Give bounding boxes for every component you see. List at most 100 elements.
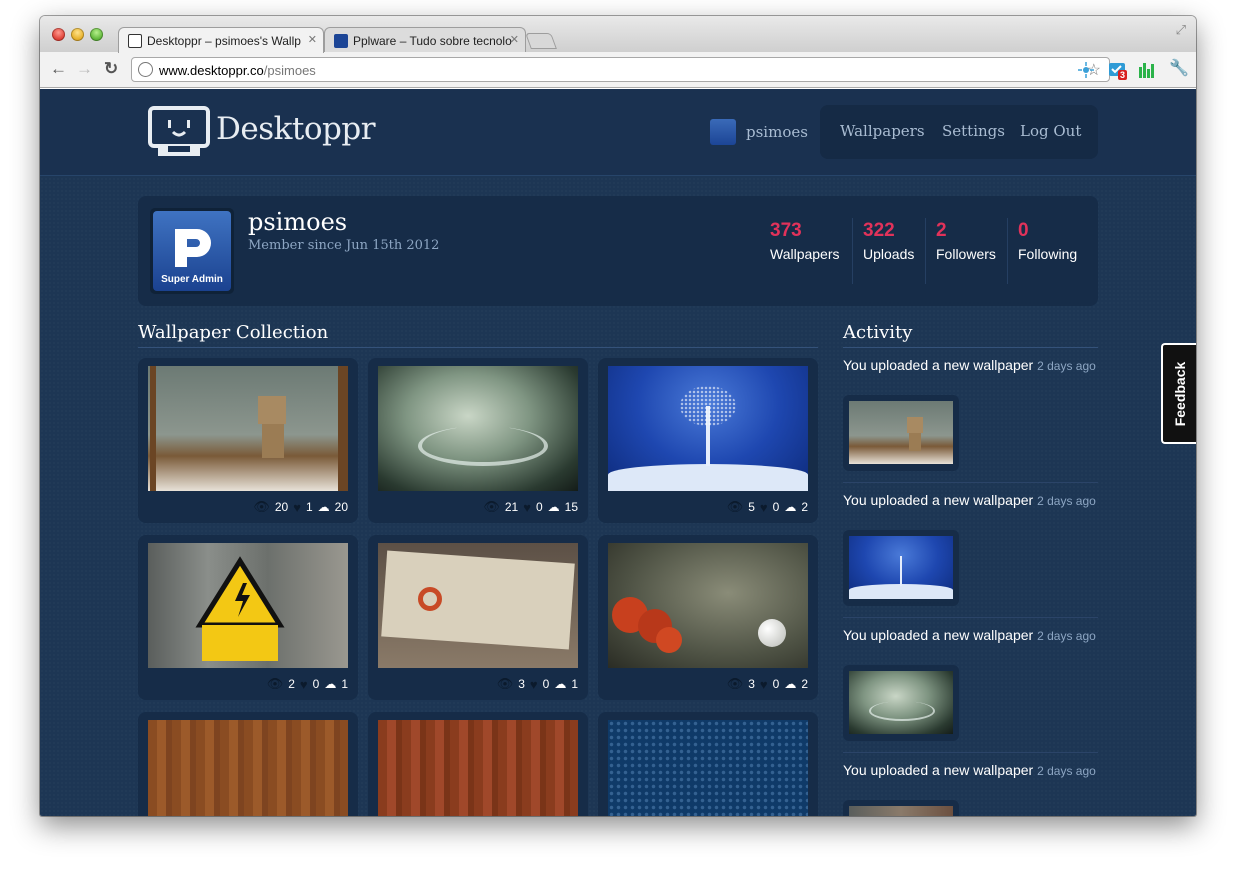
eye-icon: 👁 — [253, 499, 270, 514]
profile-avatar: Super Admin — [150, 208, 234, 294]
zoom-window-button[interactable] — [90, 28, 103, 41]
activity-text: You uploaded a new wallpaper 2 days ago — [843, 627, 1096, 643]
activity-thumbnail[interactable] — [843, 665, 959, 741]
main-nav: Wallpapers Settings Log Out — [820, 105, 1098, 159]
wallpaper-thumbnail[interactable] — [378, 720, 578, 816]
nav-wallpapers-link[interactable]: Wallpapers — [840, 122, 925, 140]
extension-sparkle-icon[interactable] — [1077, 61, 1095, 79]
wallpaper-thumbnail[interactable] — [608, 543, 808, 668]
extension-checker-icon[interactable]: 3 — [1108, 61, 1128, 80]
url-text: www.desktoppr.co/psimoes — [159, 63, 316, 78]
minimize-window-button[interactable] — [71, 28, 84, 41]
pplware-favicon-icon — [334, 34, 348, 48]
cloud-icon[interactable]: ☁ — [784, 677, 796, 691]
address-bar[interactable]: www.desktoppr.co/psimoes ☆ — [131, 57, 1110, 82]
feedback-tab[interactable]: Feedback — [1161, 343, 1196, 444]
wallpaper-card[interactable]: 👁 21 ♥ 0 ☁ 15 — [368, 358, 588, 523]
stat-label: Following — [1018, 246, 1078, 262]
wallpaper-card[interactable]: 👁 20 ♥ 1 ☁ 20 — [138, 358, 358, 523]
profile-name: psimoes — [248, 208, 348, 236]
stat-label: Followers — [936, 246, 996, 262]
tab-title: Desktoppr – psimoes's Wallp — [147, 34, 301, 48]
activity-text: You uploaded a new wallpaper 2 days ago — [843, 492, 1096, 508]
wallpaper-card[interactable] — [598, 712, 818, 816]
wallpaper-thumbnail[interactable] — [148, 366, 348, 491]
wallpaper-thumbnail[interactable] — [148, 720, 348, 816]
activity-thumbnail[interactable] — [843, 395, 959, 471]
stat-uploads[interactable]: 322 Uploads — [852, 218, 926, 284]
stat-followers[interactable]: 2 Followers — [925, 218, 1007, 284]
site-logo-text[interactable]: Desktoppr — [216, 111, 376, 147]
stat-following[interactable]: 0 Following — [1007, 218, 1089, 284]
close-window-button[interactable] — [52, 28, 65, 41]
nav-settings-link[interactable]: Settings — [942, 122, 1005, 140]
stat-value: 0 — [1018, 220, 1029, 241]
wallpaper-stats: 👁 2 ♥ 0 ☁ 1 — [266, 676, 348, 692]
fullscreen-icon[interactable]: ⤢ — [1176, 22, 1186, 38]
eye-icon: 👁 — [266, 676, 284, 691]
wallpaper-thumbnail[interactable] — [608, 366, 808, 491]
wallpaper-card[interactable] — [368, 712, 588, 816]
heart-icon[interactable]: ♥ — [760, 677, 768, 692]
user-avatar — [710, 119, 736, 145]
tab-title: Pplware – Tudo sobre tecnolo — [353, 34, 512, 48]
wallpaper-stats: 👁 5 ♥ 0 ☁ 2 — [726, 499, 808, 515]
wallpaper-card[interactable]: 👁 3 ♥ 0 ☁ 2 — [598, 535, 818, 700]
heart-icon[interactable]: ♥ — [760, 500, 768, 515]
activity-thumbnail[interactable] — [843, 800, 959, 816]
wallpaper-thumbnail[interactable] — [148, 543, 348, 668]
wallpaper-card[interactable]: 👁 3 ♥ 0 ☁ 1 — [368, 535, 588, 700]
wallpaper-stats: 👁 3 ♥ 0 ☁ 1 — [496, 676, 578, 692]
activity-item: You uploaded a new wallpaper 2 days ago — [843, 357, 1098, 483]
avatar-label: Super Admin — [161, 274, 223, 285]
page-content: Desktoppr psimoes Wallpapers Settings Lo… — [40, 89, 1196, 816]
heart-icon[interactable]: ♥ — [300, 677, 308, 692]
feedback-label: Feedback — [1171, 361, 1188, 426]
cloud-icon[interactable]: ☁ — [318, 500, 330, 514]
tab-desktoppr[interactable]: Desktoppr – psimoes's Wallp ✕ — [118, 27, 324, 53]
desktoppr-logo-icon[interactable] — [148, 106, 210, 158]
back-arrow-icon[interactable]: ← — [50, 60, 67, 78]
wallpaper-stats: 👁 20 ♥ 1 ☁ 20 — [253, 499, 348, 515]
heart-icon[interactable]: ♥ — [530, 677, 538, 692]
new-tab-button[interactable] — [525, 33, 557, 49]
collection-title: Wallpaper Collection — [138, 322, 818, 348]
activity-title: Activity — [843, 322, 1098, 348]
wallpaper-stats: 👁 21 ♥ 0 ☁ 15 — [483, 499, 578, 515]
globe-icon — [138, 62, 153, 77]
browser-window: Desktoppr – psimoes's Wallp ✕ Pplware – … — [40, 16, 1196, 816]
profile-panel: Super Admin psimoes Member since Jun 15t… — [138, 196, 1098, 306]
cloud-icon[interactable]: ☁ — [548, 500, 560, 514]
extension-chart-icon[interactable] — [1138, 61, 1156, 79]
eye-icon: 👁 — [496, 676, 514, 691]
close-tab-icon[interactable]: ✕ — [510, 33, 519, 46]
wallpaper-card[interactable]: 👁 5 ♥ 0 ☁ 2 — [598, 358, 818, 523]
reload-icon[interactable]: ↻ — [104, 60, 118, 78]
activity-thumbnail[interactable] — [843, 530, 959, 606]
cloud-icon[interactable]: ☁ — [554, 677, 566, 691]
stat-label: Uploads — [863, 246, 915, 262]
eye-icon: 👁 — [483, 499, 500, 514]
wallpaper-thumbnail[interactable] — [608, 720, 808, 816]
browser-toolbar: ← → ↻ www.desktoppr.co/psimoes ☆ 3 🔧 — [40, 52, 1196, 88]
close-tab-icon[interactable]: ✕ — [308, 33, 317, 46]
forward-arrow-icon[interactable]: → — [76, 60, 93, 78]
wallpaper-thumbnail[interactable] — [378, 366, 578, 491]
cloud-icon[interactable]: ☁ — [784, 500, 796, 514]
wallpaper-card[interactable]: 👁 2 ♥ 0 ☁ 1 — [138, 535, 358, 700]
heart-icon[interactable]: ♥ — [293, 500, 301, 515]
member-since: Member since Jun 15th 2012 — [248, 238, 440, 253]
tab-pplware[interactable]: Pplware – Tudo sobre tecnolo ✕ — [324, 27, 526, 53]
desktoppr-favicon-icon — [128, 34, 142, 48]
stat-value: 322 — [863, 220, 895, 241]
wallpaper-card[interactable] — [138, 712, 358, 816]
heart-icon[interactable]: ♥ — [523, 500, 531, 515]
nav-logout-link[interactable]: Log Out — [1020, 122, 1081, 140]
wallpaper-thumbnail[interactable] — [378, 543, 578, 668]
stat-wallpapers[interactable]: 373 Wallpapers — [770, 218, 854, 284]
wrench-menu-icon[interactable]: 🔧 — [1169, 60, 1189, 78]
wallpaper-stats: 👁 3 ♥ 0 ☁ 2 — [726, 676, 808, 692]
cloud-icon[interactable]: ☁ — [324, 677, 336, 691]
stat-value: 2 — [936, 220, 947, 241]
stat-value: 373 — [770, 220, 802, 241]
